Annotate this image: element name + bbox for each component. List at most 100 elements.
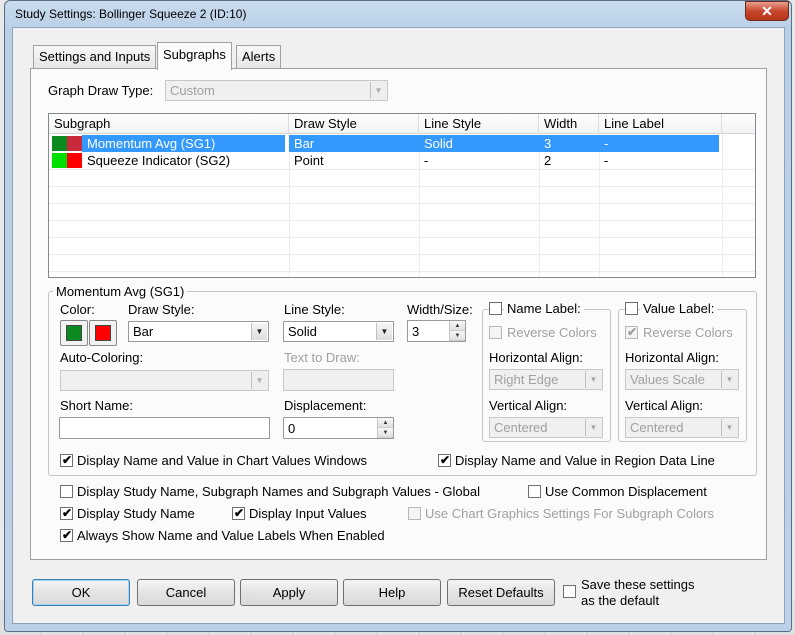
ok-button[interactable]: OK <box>32 579 130 606</box>
spin-down-icon[interactable]: ▼ <box>378 428 393 438</box>
cell-draw-style: Point <box>294 153 324 168</box>
color-swatch-primary <box>66 325 82 341</box>
value-label-title: Value Label: <box>640 301 718 316</box>
save-default-checkbox[interactable] <box>563 585 576 598</box>
display-input-values-label: Display Input Values <box>249 506 367 521</box>
chevron-down-icon: ▼ <box>721 419 737 436</box>
name-v-align-label: Vertical Align: <box>489 398 568 413</box>
cell-width: 3 <box>539 135 599 152</box>
draw-style-select[interactable]: Bar ▼ <box>128 321 269 342</box>
chevron-down-icon: ▼ <box>251 372 267 389</box>
name-reverse-colors-checkbox[interactable] <box>489 326 502 339</box>
apply-button[interactable]: Apply <box>240 579 338 606</box>
chevron-down-icon: ▼ <box>370 82 386 99</box>
graph-draw-type-select[interactable]: Custom ▼ <box>165 80 388 101</box>
short-name-input[interactable] <box>59 417 270 439</box>
display-region-data-label: Display Name and Value in Region Data Li… <box>455 453 715 468</box>
graph-draw-type-value: Custom <box>170 83 215 98</box>
graph-draw-type-label: Graph Draw Type: <box>48 83 154 98</box>
cell-line-label: - <box>604 153 609 168</box>
table-row[interactable]: Momentum Avg (SG1) Bar Solid 3 - <box>49 135 755 152</box>
common-displacement-checkbox[interactable] <box>528 485 541 498</box>
line-style-select[interactable]: Solid ▼ <box>283 321 394 342</box>
name-reverse-colors-label: Reverse Colors <box>507 325 597 340</box>
cell-subgraph: Squeeze Indicator (SG2) <box>87 153 231 168</box>
tab-subgraphs[interactable]: Subgraphs <box>157 42 232 70</box>
spin-up-icon[interactable]: ▲ <box>378 418 393 428</box>
always-show-checkbox[interactable]: ✔ <box>60 528 73 542</box>
chevron-down-icon: ▼ <box>251 323 267 340</box>
color-swatch-secondary <box>67 136 82 151</box>
save-default-label-line2: as the default <box>581 593 660 608</box>
primary-color-button[interactable] <box>60 320 88 346</box>
spin-up-icon[interactable]: ▲ <box>450 321 465 331</box>
window-title: Study Settings: Bollinger Squeeze 2 (ID:… <box>15 7 247 21</box>
reset-defaults-button[interactable]: Reset Defaults <box>447 579 555 606</box>
always-show-label: Always Show Name and Value Labels When E… <box>77 528 385 543</box>
table-row[interactable]: Squeeze Indicator (SG2) Point - 2 - <box>49 152 755 169</box>
color-swatch-secondary <box>95 325 111 341</box>
line-style-value: Solid <box>288 324 317 339</box>
display-study-name-checkbox[interactable]: ✔ <box>60 506 73 520</box>
value-v-align-value: Centered <box>630 420 684 435</box>
cell-line-style: Solid <box>419 135 539 152</box>
value-h-align-select[interactable]: Values Scale ▼ <box>625 369 739 390</box>
width-size-value: 3 <box>412 324 420 339</box>
width-spin-buttons[interactable]: ▲ ▼ <box>449 321 465 341</box>
column-header-width[interactable]: Width <box>539 114 599 134</box>
column-header-draw-style[interactable]: Draw Style <box>289 114 419 134</box>
name-label-checkbox[interactable] <box>489 302 502 315</box>
global-display-label: Display Study Name, Subgraph Names and S… <box>77 484 480 499</box>
chevron-down-icon: ▼ <box>376 323 392 340</box>
chevron-down-icon: ▼ <box>585 371 601 388</box>
name-label-title: Name Label: <box>504 301 584 316</box>
chevron-down-icon: ▼ <box>721 371 737 388</box>
title-bar[interactable]: Study Settings: Bollinger Squeeze 2 (ID:… <box>5 1 791 27</box>
secondary-color-button[interactable] <box>89 320 117 346</box>
save-default-label-line1: Save these settings <box>581 577 695 592</box>
column-header-subgraph[interactable]: Subgraph <box>49 114 289 134</box>
display-chart-values-label: Display Name and Value in Chart Values W… <box>77 453 367 468</box>
column-header-line-label[interactable]: Line Label <box>599 114 722 134</box>
group-title: Momentum Avg (SG1) <box>53 284 188 299</box>
tab-alerts[interactable]: Alerts <box>236 45 282 69</box>
color-swatch-secondary <box>67 153 82 168</box>
name-v-align-select[interactable]: Centered ▼ <box>489 417 603 438</box>
width-size-stepper[interactable]: 3 ▲ ▼ <box>407 320 466 342</box>
cell-draw-style: Bar <box>289 135 419 152</box>
display-input-values-checkbox[interactable]: ✔ <box>232 506 245 520</box>
width-size-label: Width/Size: <box>407 302 473 317</box>
value-label-checkbox[interactable] <box>625 302 638 315</box>
auto-coloring-label: Auto-Coloring: <box>60 350 144 365</box>
displacement-spin-buttons[interactable]: ▲ ▼ <box>377 418 393 438</box>
cell-line-style: - <box>424 153 429 168</box>
displacement-stepper[interactable]: 0 ▲ ▼ <box>283 417 394 439</box>
value-h-align-label: Horizontal Align: <box>625 350 719 365</box>
column-header-line-style[interactable]: Line Style <box>419 114 539 134</box>
value-reverse-colors-checkbox[interactable]: ✔ <box>625 325 638 339</box>
value-h-align-value: Values Scale <box>630 372 705 387</box>
chart-graphics-checkbox[interactable] <box>408 507 421 520</box>
global-display-checkbox[interactable] <box>60 485 73 498</box>
cell-width: 2 <box>544 153 552 168</box>
display-region-data-checkbox[interactable]: ✔ <box>438 453 451 467</box>
table-header: Subgraph Draw Style Line Style Width Lin… <box>49 114 755 134</box>
color-swatch-primary <box>52 136 67 151</box>
check-icon: ✔ <box>439 453 451 467</box>
close-button[interactable]: ✕ <box>745 1 789 21</box>
subgraph-table[interactable]: Subgraph Draw Style Line Style Width Lin… <box>48 113 756 278</box>
value-v-align-select[interactable]: Centered ▼ <box>625 417 739 438</box>
check-icon: ✔ <box>233 506 245 520</box>
draw-style-label: Draw Style: <box>128 302 195 317</box>
help-button[interactable]: Help <box>343 579 441 606</box>
tab-settings-and-inputs[interactable]: Settings and Inputs <box>33 45 157 69</box>
spin-down-icon[interactable]: ▼ <box>450 331 465 341</box>
display-chart-values-checkbox[interactable]: ✔ <box>60 453 73 467</box>
cancel-button[interactable]: Cancel <box>137 579 235 606</box>
display-study-name-label: Display Study Name <box>77 506 195 521</box>
text-to-draw-input[interactable] <box>283 369 394 391</box>
common-displacement-label: Use Common Displacement <box>545 484 707 499</box>
name-h-align-select[interactable]: Right Edge ▼ <box>489 369 603 390</box>
auto-coloring-select[interactable]: ▼ <box>60 370 269 391</box>
text-to-draw-label: Text to Draw: <box>284 350 360 365</box>
